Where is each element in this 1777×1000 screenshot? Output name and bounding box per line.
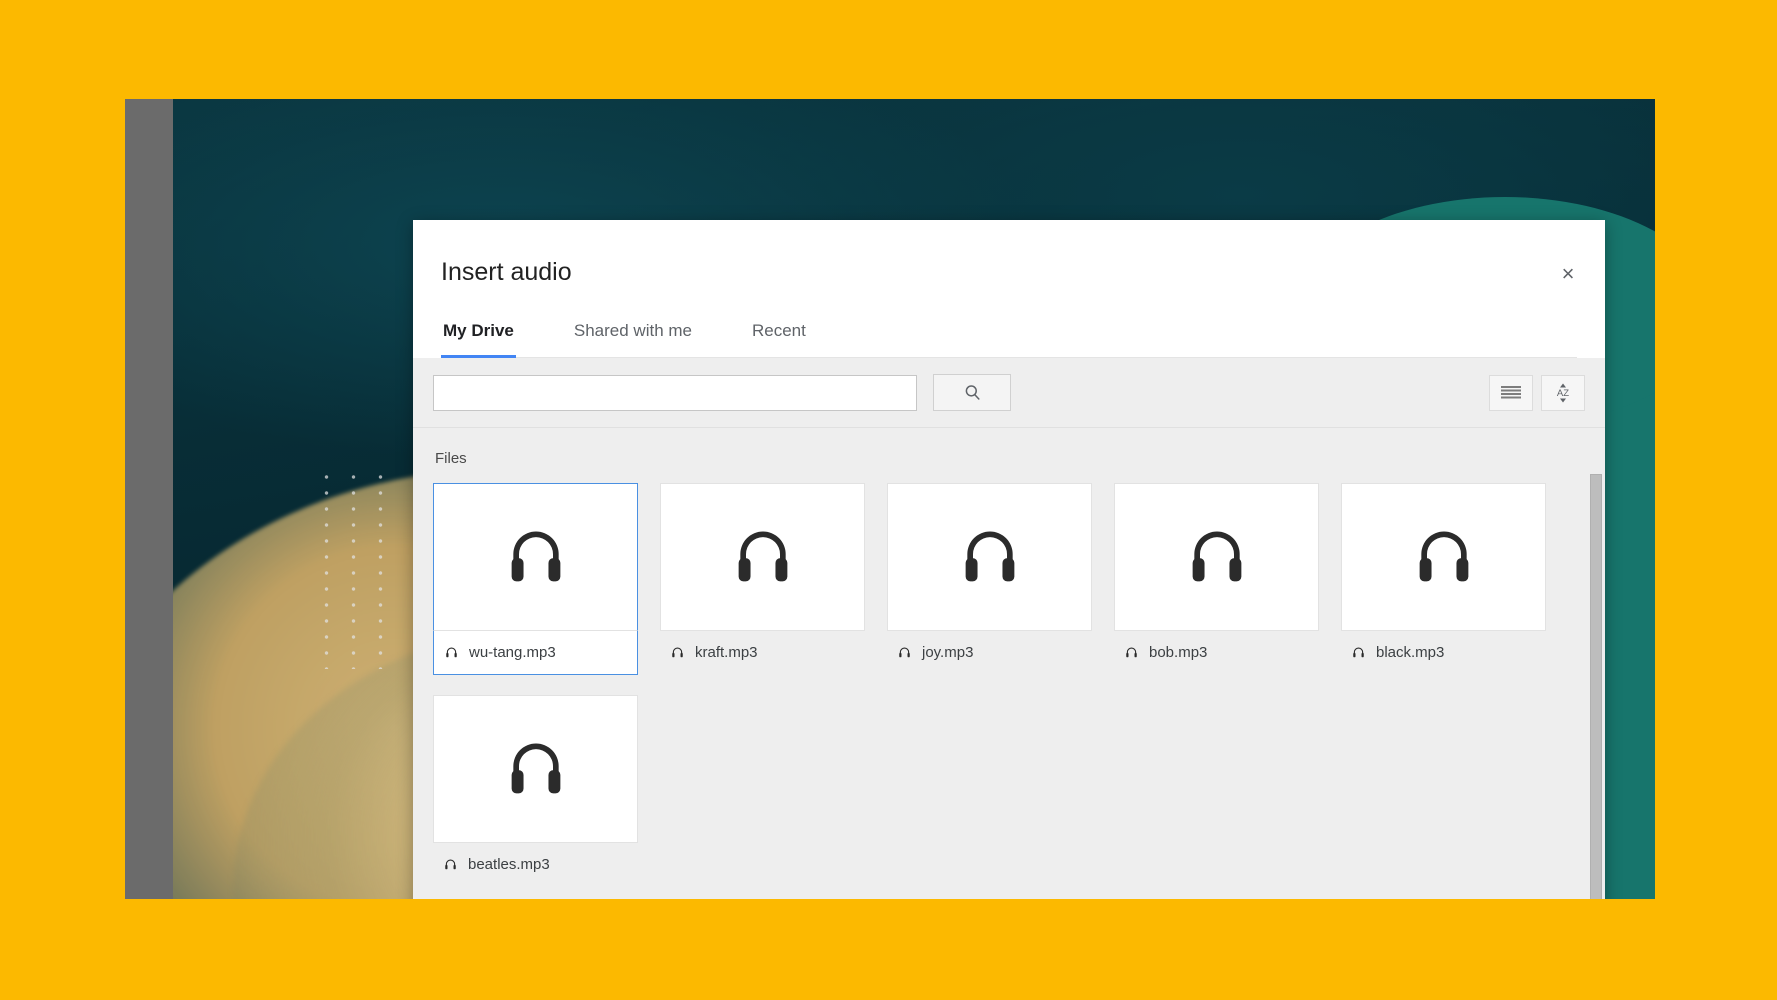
files-scrollbar[interactable] <box>1590 474 1602 899</box>
list-view-icon <box>1501 385 1521 398</box>
slide-dot-grid-decoration <box>313 469 395 669</box>
sort-az-icon: AZ <box>1557 383 1569 402</box>
file-thumbnail <box>433 483 638 631</box>
headphones-icon <box>1126 647 1137 658</box>
file-card-beatles[interactable]: beatles.mp3 <box>433 695 638 886</box>
file-name: bob.mp3 <box>1149 644 1208 661</box>
headphones-icon <box>446 647 457 658</box>
headphones-icon <box>1192 531 1241 582</box>
view-options: AZ <box>1489 374 1585 411</box>
tab-shared-with-me[interactable]: Shared with me <box>572 313 694 358</box>
close-icon[interactable]: × <box>1553 258 1583 288</box>
file-card-bob[interactable]: bob.mp3 <box>1114 483 1319 675</box>
insert-audio-dialog: Insert audio × My Drive Shared with me R… <box>413 220 1605 899</box>
file-card-kraft[interactable]: kraft.mp3 <box>660 483 865 675</box>
file-name: beatles.mp3 <box>468 856 550 873</box>
file-label: kraft.mp3 <box>660 631 865 674</box>
search-toolbar: AZ <box>413 358 1605 428</box>
headphones-icon <box>965 531 1014 582</box>
presentation-app-window: MUSIC PITCH DECK entation begins Insert … <box>125 99 1655 899</box>
editor-left-rail <box>125 99 173 899</box>
headphones-icon <box>511 531 560 582</box>
list-view-button[interactable] <box>1489 374 1533 411</box>
search-input[interactable] <box>433 374 917 411</box>
dialog-tabs: My Drive Shared with me Recent <box>441 313 1577 358</box>
file-thumbnail <box>1114 483 1319 631</box>
search-icon <box>965 385 980 400</box>
file-name: wu-tang.mp3 <box>469 644 556 661</box>
file-label: bob.mp3 <box>1114 631 1319 674</box>
headphones-icon <box>899 647 910 658</box>
search-button[interactable] <box>933 374 1011 411</box>
file-label: beatles.mp3 <box>433 843 638 886</box>
files-area: Files wu-tang.mp3 kraft.mp3 joy.mp3 bob.… <box>413 428 1605 899</box>
headphones-icon <box>1419 531 1468 582</box>
file-thumbnail <box>887 483 1092 631</box>
dialog-header: Insert audio × My Drive Shared with me R… <box>413 220 1605 358</box>
dialog-title: Insert audio <box>441 258 572 286</box>
file-thumbnail <box>660 483 865 631</box>
headphones-icon <box>511 743 560 794</box>
file-card-black[interactable]: black.mp3 <box>1341 483 1546 675</box>
tab-my-drive[interactable]: My Drive <box>441 313 516 358</box>
headphones-icon <box>1353 647 1364 658</box>
tab-recent[interactable]: Recent <box>750 313 808 358</box>
svg-text:AZ: AZ <box>1557 388 1569 399</box>
file-label: wu-tang.mp3 <box>433 631 638 675</box>
file-name: joy.mp3 <box>922 644 974 661</box>
file-label: joy.mp3 <box>887 631 1092 674</box>
file-card-wu-tang[interactable]: wu-tang.mp3 <box>433 483 638 675</box>
file-label: black.mp3 <box>1341 631 1546 674</box>
files-section-label: Files <box>435 450 467 467</box>
file-thumbnail <box>1341 483 1546 631</box>
headphones-icon <box>738 531 787 582</box>
file-name: black.mp3 <box>1376 644 1445 661</box>
headphones-icon <box>445 859 456 870</box>
headphones-icon <box>672 647 683 658</box>
sort-az-button[interactable]: AZ <box>1541 374 1585 411</box>
file-name: kraft.mp3 <box>695 644 758 661</box>
files-grid: wu-tang.mp3 kraft.mp3 joy.mp3 bob.mp3 bl… <box>433 483 1585 886</box>
file-card-joy[interactable]: joy.mp3 <box>887 483 1092 675</box>
file-thumbnail <box>433 695 638 843</box>
